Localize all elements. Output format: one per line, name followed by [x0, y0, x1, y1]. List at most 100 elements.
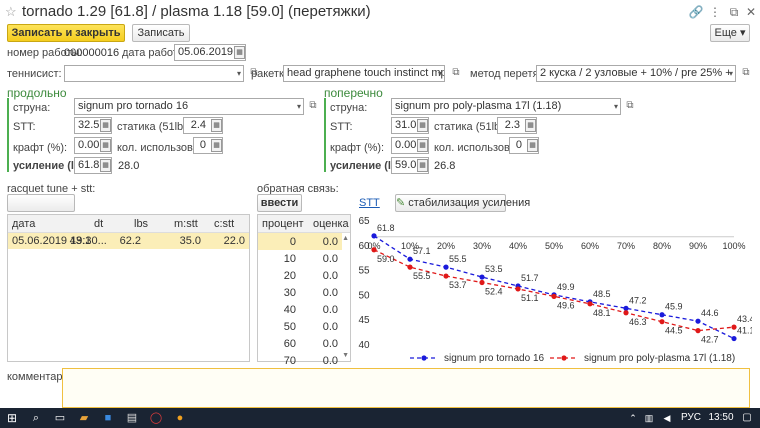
calculator-icon[interactable]: ▦: [417, 159, 428, 172]
volume-icon[interactable]: ◀: [660, 410, 674, 426]
feedback-enter-button[interactable]: ввести: [257, 194, 302, 212]
history-table[interactable]: дата dt lbs m:stt c:stt 05.06.2019 19:30…: [7, 214, 250, 362]
close-icon[interactable]: ✕: [743, 4, 759, 20]
list-item[interactable]: 40 0.0: [258, 301, 342, 318]
list-item[interactable]: 70 0.0: [258, 352, 342, 369]
opera-icon[interactable]: ◯: [148, 410, 164, 426]
clock[interactable]: 13:50: [706, 410, 736, 426]
stt-link[interactable]: STT: [359, 197, 380, 209]
player-field[interactable]: ▾: [64, 65, 244, 82]
data-label: 41.1: [737, 326, 752, 336]
table-row[interactable]: 05.06.2019 19:30... 43.1 62.2 35.0 22.0: [8, 233, 249, 249]
list-item[interactable]: 30 0.0: [258, 284, 342, 301]
explorer-icon[interactable]: ▰: [76, 410, 92, 426]
mains-gain-extra: 28.0: [118, 160, 140, 172]
legend-entry: signum pro tornado 16: [444, 353, 545, 364]
data-label: 48.5: [593, 289, 611, 299]
crosses-string-label: струна:: [330, 102, 368, 114]
percent-table[interactable]: процент оценка 0 0.0 10 0.0 20 0.0 30 0.0 40 0.0 5…: [257, 214, 351, 367]
calculator-icon[interactable]: ▦: [417, 139, 428, 152]
column-header-score[interactable]: оценка: [313, 216, 349, 232]
chevron-down-icon[interactable]: ▾: [729, 66, 733, 81]
crosses-uses-value: 0: [515, 139, 522, 151]
chevron-down-icon[interactable]: ▾: [614, 99, 618, 114]
scroll-up-icon[interactable]: ▲: [342, 235, 349, 242]
network-icon[interactable]: ▥: [642, 410, 656, 426]
data-point: [407, 264, 413, 270]
data-point: [371, 247, 377, 253]
comment-input[interactable]: [62, 368, 750, 408]
x-tick-label: 40%: [509, 241, 527, 251]
x-tick-label: 20%: [437, 241, 455, 251]
data-label: 59.0: [377, 254, 395, 264]
column-header-date[interactable]: дата: [12, 216, 35, 232]
calendar-icon[interactable]: ▦: [234, 46, 245, 59]
x-tick-label: 60%: [581, 241, 599, 251]
data-label: 47.2: [629, 295, 647, 305]
app-icon[interactable]: ▤: [124, 410, 140, 426]
more-label: Еще: [714, 27, 737, 39]
list-item[interactable]: 50 0.0: [258, 318, 342, 335]
chevron-down-icon[interactable]: ▾: [237, 66, 241, 81]
maximize-icon[interactable]: ⧉: [726, 4, 742, 20]
data-point: [731, 324, 737, 330]
store-icon[interactable]: ■: [100, 410, 116, 426]
open-icon[interactable]: ⧉: [307, 100, 319, 112]
column-header-cstt[interactable]: c:stt: [214, 216, 234, 232]
calculator-icon[interactable]: ▦: [211, 119, 222, 132]
column-header-percent[interactable]: процент: [262, 216, 304, 232]
column-header-lbs[interactable]: lbs: [134, 216, 148, 232]
more-vertical-icon[interactable]: ⋮: [707, 4, 723, 20]
column-header-mstt[interactable]: m:stt: [174, 216, 198, 232]
windows-start-icon[interactable]: ⊞: [4, 410, 20, 426]
crosses-string-field[interactable]: signum pro poly-plasma 17l (1.18) ▾: [391, 98, 621, 115]
racquet-tune-button[interactable]: [7, 194, 75, 212]
link-icon[interactable]: 🔗: [688, 4, 704, 20]
calculator-icon[interactable]: ▦: [417, 119, 428, 132]
percent-value: 30: [283, 287, 296, 299]
list-item[interactable]: 10 0.0: [258, 250, 342, 267]
task-view-icon[interactable]: ▭: [52, 410, 68, 426]
series-line: [373, 249, 735, 332]
chevron-down-icon[interactable]: ▾: [297, 99, 301, 114]
window-title: tornado 1.29 [61.8] / plasma 1.18 [59.0]…: [22, 3, 371, 20]
list-item[interactable]: 0 0.0: [258, 233, 342, 250]
save-and-close-button[interactable]: Записать и закрыть: [7, 24, 125, 42]
x-tick-label: 50%: [545, 241, 563, 251]
calculator-icon[interactable]: ▦: [527, 139, 538, 152]
search-icon[interactable]: ⌕: [28, 410, 44, 426]
racket-value: head graphene touch instinct mp: [287, 67, 445, 79]
favorite-star-icon[interactable]: ☆: [5, 4, 17, 20]
calculator-icon[interactable]: ▦: [100, 139, 111, 152]
calculator-icon[interactable]: ▦: [525, 119, 536, 132]
scroll-down-icon[interactable]: ▼: [342, 352, 349, 359]
x-tick-label: 80%: [653, 241, 671, 251]
open-icon[interactable]: ⧉: [450, 67, 462, 79]
method-field[interactable]: 2 куска / 2 узловые + 10% / pre 25% + ск…: [536, 65, 736, 82]
tray-chevron-icon[interactable]: ⌃: [626, 410, 640, 426]
save-button[interactable]: Записать: [132, 24, 190, 42]
calculator-icon[interactable]: ▦: [100, 159, 111, 172]
racket-field[interactable]: head graphene touch instinct mp ▾: [283, 65, 445, 82]
mains-stt-label: STT:: [13, 121, 36, 133]
more-button[interactable]: Еще ▾: [710, 24, 750, 42]
open-icon[interactable]: ⧉: [624, 100, 636, 112]
list-item[interactable]: 20 0.0: [258, 267, 342, 284]
calculator-icon[interactable]: ▦: [211, 139, 222, 152]
column-header-dt[interactable]: dt: [94, 216, 103, 232]
chevron-down-icon[interactable]: ▾: [438, 66, 442, 81]
player-label: теннисист:: [7, 68, 62, 80]
x-tick-label: 90%: [689, 241, 707, 251]
notifications-icon[interactable]: ▢: [740, 410, 754, 426]
mains-string-field[interactable]: signum pro tornado 16 ▾: [74, 98, 304, 115]
brush-icon: ✎: [396, 197, 406, 209]
job-number-value: 000000016: [64, 47, 120, 59]
language-indicator[interactable]: РУС: [678, 410, 704, 426]
mains-gain-value: 61.8: [78, 159, 100, 171]
stabilize-gain-button[interactable]: ✎ стабилизация усиления: [395, 194, 530, 212]
calculator-icon[interactable]: ▦: [100, 119, 111, 132]
list-item[interactable]: 60 0.0: [258, 335, 342, 352]
crosses-gain-value: 59.0: [395, 159, 417, 171]
open-icon[interactable]: ⧉: [740, 67, 752, 79]
1c-icon[interactable]: ●: [172, 410, 188, 426]
